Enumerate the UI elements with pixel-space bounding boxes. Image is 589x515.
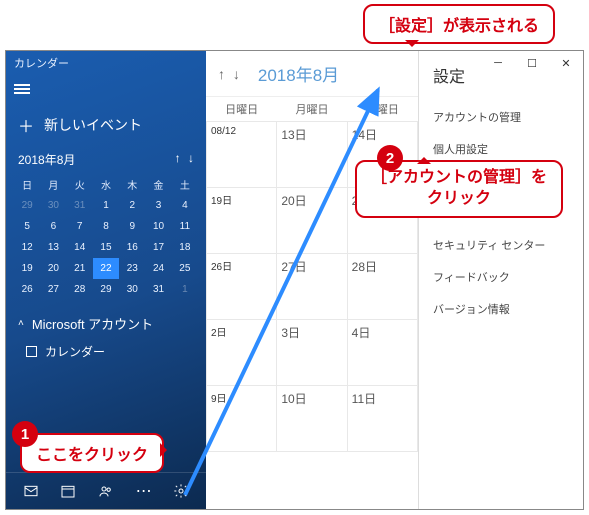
mini-day-cell[interactable]: 10 [145,216,171,237]
mini-month-label: 2018年8月 [18,151,75,168]
mini-day-cell[interactable]: 1 [93,195,119,216]
main-dow-cell: 月曜日 [277,97,347,122]
bottom-toolbar: ⋯ [6,472,206,509]
mini-day-cell[interactable]: 30 [40,195,66,216]
chevron-up-icon: ˄ [18,318,24,329]
settings-pane: 設定 アカウントの管理個人用設定新機能ヘルプセキュリティ センターフィードバック… [418,51,583,509]
mini-day-cell[interactable]: 27 [40,279,66,300]
mini-dow-cell: 火 [67,174,93,195]
mini-day-cell[interactable]: 31 [145,279,171,300]
hamburger-icon[interactable] [14,82,30,94]
checkbox-icon [26,346,37,357]
callout-settings-shown: ［設定］が表示される [363,4,555,44]
mini-day-cell[interactable]: 17 [145,237,171,258]
mini-day-cell[interactable]: 23 [119,258,145,279]
new-event-label: 新しいイベント [44,115,142,135]
mini-calendar: 日月火水木金土 29303112345678910111213141516171… [6,170,206,308]
mini-next-month[interactable]: ↓ [188,151,194,165]
mini-day-cell[interactable]: 12 [14,237,40,258]
mini-day-cell[interactable]: 24 [145,258,171,279]
prev-period[interactable]: ↑ [218,66,225,82]
calendar-icon[interactable] [58,481,78,501]
main-day-cell[interactable]: 27日 [277,254,347,320]
mini-day-cell[interactable]: 26 [14,279,40,300]
close-button[interactable]: ✕ [549,51,583,75]
main-day-cell[interactable]: 11日 [347,386,417,452]
mini-day-cell[interactable]: 4 [172,195,198,216]
mini-day-cell[interactable]: 8 [93,216,119,237]
mini-day-cell[interactable]: 6 [40,216,66,237]
mini-day-cell[interactable]: 16 [119,237,145,258]
main-day-cell[interactable]: 08/12 [207,122,277,188]
main-day-cell[interactable]: 3日 [277,320,347,386]
accounts-label: Microsoft アカウント [32,314,153,333]
mini-day-cell[interactable]: 9 [119,216,145,237]
mini-day-cell[interactable]: 22 [93,258,119,279]
mini-dow-cell: 水 [93,174,119,195]
mini-day-cell[interactable]: 2 [119,195,145,216]
calendar-checkbox-row[interactable]: カレンダー [6,339,206,364]
main-day-cell[interactable]: 9日 [207,386,277,452]
mini-day-cell[interactable]: 29 [14,195,40,216]
main-dow-cell: 火曜日 [347,97,417,122]
mini-day-cell[interactable]: 15 [93,237,119,258]
mini-day-cell[interactable]: 11 [172,216,198,237]
main-day-cell[interactable]: 4日 [347,320,417,386]
settings-item-5[interactable]: フィードバック [433,261,569,293]
main-day-cell[interactable]: 19日 [207,188,277,254]
mini-day-cell[interactable]: 31 [67,195,93,216]
main-day-cell[interactable]: 10日 [277,386,347,452]
calendar-item-label: カレンダー [45,343,105,360]
main-dow-cell: 日曜日 [207,97,277,122]
main-day-cell[interactable]: 28日 [347,254,417,320]
mini-dow-cell: 日 [14,174,40,195]
mini-dow-cell: 月 [40,174,66,195]
mini-day-cell[interactable]: 14 [67,237,93,258]
people-icon[interactable] [96,481,116,501]
mini-day-cell[interactable]: 7 [67,216,93,237]
mini-day-cell[interactable]: 30 [119,279,145,300]
window-controls: ─ ☐ ✕ [481,51,583,75]
mini-day-cell[interactable]: 29 [93,279,119,300]
minimize-button[interactable]: ─ [481,51,515,75]
main-calendar: ↑ ↓ 2018年8月 日曜日月曜日火曜日 08/1213日14日19日20日2… [206,51,418,509]
mini-day-cell[interactable]: 20 [40,258,66,279]
settings-gear-icon[interactable] [171,481,191,501]
accounts-header[interactable]: ˄ Microsoft アカウント [6,308,206,339]
next-period[interactable]: ↓ [233,66,240,82]
new-event-button[interactable]: ＋ 新しいイベント [6,105,206,145]
settings-item-4[interactable]: セキュリティ センター [433,229,569,261]
mail-icon[interactable] [21,481,41,501]
settings-item-6[interactable]: バージョン情報 [433,293,569,325]
main-day-cell[interactable]: 26日 [207,254,277,320]
step-badge-1: 1 [12,421,38,447]
main-month-title: 2018年8月 [258,61,339,86]
mini-day-cell[interactable]: 21 [67,258,93,279]
mini-dow-cell: 金 [145,174,171,195]
mini-day-cell[interactable]: 25 [172,258,198,279]
main-day-cell[interactable]: 2日 [207,320,277,386]
plus-icon: ＋ [18,113,34,137]
mini-prev-month[interactable]: ↑ [175,151,181,165]
mini-day-cell[interactable]: 3 [145,195,171,216]
app-title: カレンダー [6,51,206,75]
mini-day-cell[interactable]: 13 [40,237,66,258]
maximize-button[interactable]: ☐ [515,51,549,75]
mini-day-cell[interactable]: 1 [172,279,198,300]
main-day-cell[interactable]: 20日 [277,188,347,254]
step-badge-2: 2 [377,145,403,171]
mini-day-cell[interactable]: 18 [172,237,198,258]
main-day-cell[interactable]: 13日 [277,122,347,188]
mini-dow-cell: 土 [172,174,198,195]
more-icon[interactable]: ⋯ [134,481,154,501]
settings-item-0[interactable]: アカウントの管理 [433,101,569,133]
mini-dow-cell: 木 [119,174,145,195]
mini-day-cell[interactable]: 19 [14,258,40,279]
mini-day-cell[interactable]: 5 [14,216,40,237]
mini-day-cell[interactable]: 28 [67,279,93,300]
callout-click-here: ここをクリック [20,433,164,473]
